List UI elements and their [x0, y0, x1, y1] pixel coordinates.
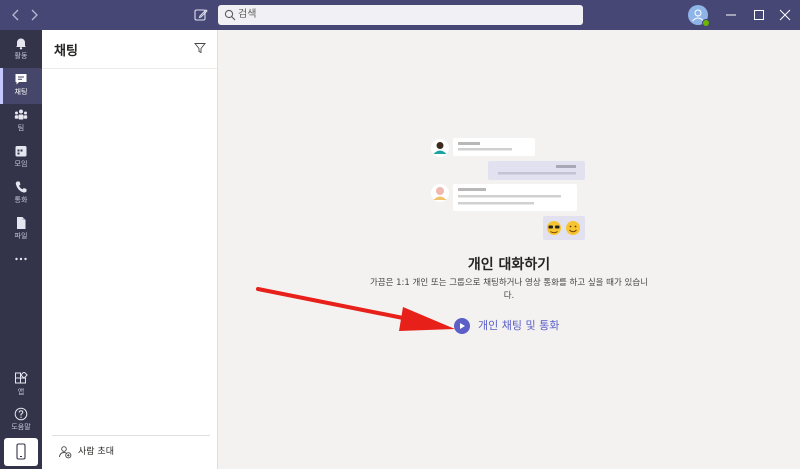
rail-item-label: 채팅: [14, 88, 28, 96]
forward-button[interactable]: [26, 7, 42, 23]
rail-item-label: 통화: [14, 196, 28, 204]
chat-icon: [15, 74, 27, 85]
mobile-app-button[interactable]: [4, 438, 38, 466]
minimize-button[interactable]: [716, 0, 746, 30]
chat-illustration: [431, 138, 585, 240]
mobile-phone-icon: [16, 443, 26, 460]
avatar[interactable]: [688, 5, 710, 27]
apps-icon: [15, 372, 28, 384]
empty-state-title: 개인 대화하기: [467, 257, 551, 273]
rail-item-label: 모임: [14, 160, 28, 168]
rail-item-teams[interactable]: 팀: [0, 104, 42, 140]
compose-icon: [194, 9, 208, 21]
divider: [52, 435, 210, 436]
phone-icon: [15, 181, 27, 193]
rail-item-more[interactable]: [0, 248, 42, 284]
start-private-chat-label: 개인 채팅 및 통화: [478, 319, 560, 332]
search-input[interactable]: 검색: [218, 5, 583, 25]
rail-item-label: 앱: [17, 388, 25, 396]
rail-item-files[interactable]: 파일: [0, 212, 42, 248]
filter-icon[interactable]: [194, 42, 206, 54]
app-rail: 활동 채팅 팀 모임 통화 파일 앱 도움말: [0, 30, 42, 469]
bell-icon: [16, 38, 26, 50]
chat-empty-state: 개인 대화하기 가끔은 1:1 개인 또는 그룹으로 채팅하거나 영상 통화를 …: [218, 30, 800, 469]
search-placeholder: 검색: [238, 9, 257, 20]
back-button[interactable]: [8, 7, 24, 23]
chevron-right-icon: [31, 9, 38, 21]
close-icon: [779, 9, 791, 21]
rail-item-apps[interactable]: 앱: [0, 368, 42, 404]
rail-item-chat[interactable]: 채팅: [0, 68, 42, 104]
chevron-left-icon: [12, 9, 19, 21]
rail-item-label: 파일: [14, 232, 28, 240]
file-icon: [17, 217, 26, 229]
close-button[interactable]: [770, 0, 800, 30]
title-bar: 검색: [0, 0, 800, 30]
rail-item-activity[interactable]: 활동: [0, 32, 42, 68]
annotation-arrow-icon: [256, 287, 455, 331]
rail-item-label: 활동: [14, 52, 28, 60]
teams-icon: [14, 109, 28, 120]
minimize-icon: [726, 14, 736, 16]
ellipsis-icon: [15, 257, 27, 261]
rail-item-calls[interactable]: 통화: [0, 176, 42, 212]
rail-item-label: 팀: [17, 124, 25, 132]
rail-item-help[interactable]: 도움말: [0, 403, 42, 439]
status-badge: [702, 19, 710, 27]
calendar-icon: [15, 146, 27, 157]
rail-item-meetings[interactable]: 모임: [0, 140, 42, 176]
rail-item-label: 도움말: [11, 423, 31, 431]
chat-list-title: 채팅: [54, 44, 78, 59]
invite-people-label: 사람 초대: [78, 447, 114, 457]
chat-list-panel: 채팅 사람 초대: [42, 30, 218, 469]
divider: [42, 68, 217, 69]
search-icon: [224, 9, 236, 21]
add-person-icon: [59, 446, 72, 459]
help-icon: [14, 407, 28, 421]
new-chat-button[interactable]: [192, 6, 210, 24]
